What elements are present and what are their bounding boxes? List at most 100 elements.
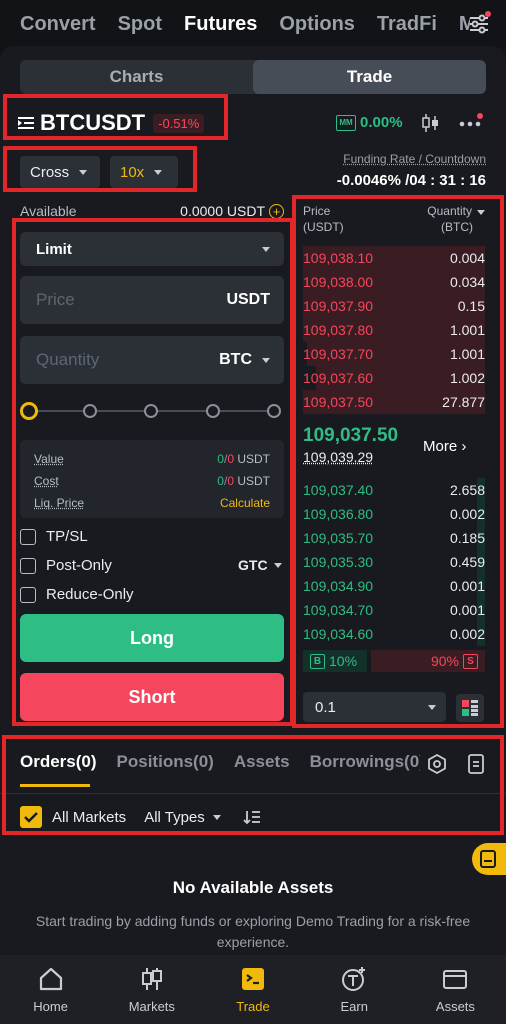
bid-row[interactable]: 109,034.70 0.001	[303, 598, 485, 622]
depth-step-select[interactable]: 0.1	[303, 692, 446, 722]
value-amount: 0/0 USDT	[217, 452, 270, 466]
more-options-icon[interactable]	[458, 112, 486, 134]
chevron-down-icon	[79, 169, 88, 175]
reduce-only-label: Reduce-Only	[46, 586, 134, 603]
mm-value: 0.00%	[360, 114, 403, 131]
bid-price: 109,034.60	[303, 626, 374, 642]
sort-icon[interactable]	[243, 809, 261, 825]
bid-row[interactable]: 109,035.30 0.459	[303, 550, 485, 574]
ask-row[interactable]: 109,038.00 0.034	[303, 270, 485, 294]
all-types-label: All Types	[144, 808, 205, 826]
buy-tag: B	[310, 653, 325, 669]
nav-markets[interactable]: Markets	[101, 955, 202, 1024]
slider-mark-100[interactable]	[267, 404, 281, 418]
quantity-unit-select[interactable]: BTC	[219, 351, 270, 369]
calculate-link[interactable]: Calculate	[220, 496, 270, 510]
mm-badge: MM	[336, 114, 356, 131]
tab-futures[interactable]: Futures	[184, 13, 257, 36]
price-input[interactable]: Price USDT	[20, 276, 284, 324]
mm-ratio[interactable]: MM 0.00%	[336, 114, 403, 131]
ask-row[interactable]: 109,038.10 0.004	[303, 246, 485, 270]
orderbook-header: Price (USDT) Quantity (BTC)	[303, 203, 485, 235]
charts-tab[interactable]: Charts	[20, 60, 253, 94]
bid-row[interactable]: 109,034.90 0.001	[303, 574, 485, 598]
candlestick-chart-icon[interactable]	[420, 112, 442, 134]
chevron-down-icon	[262, 357, 270, 363]
bid-price: 109,034.90	[303, 578, 374, 594]
tab-options[interactable]: Options	[279, 13, 355, 36]
tab-positions[interactable]: Positions(0)	[117, 752, 214, 772]
tab-spot[interactable]: Spot	[118, 13, 162, 36]
funding-rate[interactable]: Funding Rate / Countdown -0.0046% /04 : …	[337, 152, 486, 189]
ask-row[interactable]: 109,037.50 27.877	[303, 390, 485, 414]
tab-assets[interactable]: Assets	[234, 752, 290, 772]
all-markets-label[interactable]: All Markets	[52, 809, 126, 826]
book-icon	[480, 850, 496, 868]
bid-row[interactable]: 109,037.40 2.658	[303, 478, 485, 502]
all-types-select[interactable]: All Types	[144, 809, 221, 826]
tab-orders[interactable]: Orders(0)	[20, 752, 97, 772]
trade-tab[interactable]: Trade	[253, 60, 486, 94]
nav-trade[interactable]: Trade	[202, 955, 303, 1024]
bid-row[interactable]: 109,034.60 0.002	[303, 622, 485, 646]
margin-mode-select[interactable]: Cross	[20, 156, 100, 188]
quantity-header-select[interactable]: Quantity (BTC)	[427, 203, 485, 235]
post-only-checkbox[interactable]: Post-Only	[20, 557, 112, 574]
bid-quantity: 0.185	[449, 530, 485, 546]
tpsl-checkbox[interactable]: TP/SL	[20, 528, 88, 545]
nav-label: Markets	[128, 999, 175, 1014]
nav-home[interactable]: Home	[0, 955, 101, 1024]
tab-borrowings[interactable]: Borrowings(0)	[310, 752, 420, 772]
order-settings-icon[interactable]	[426, 753, 448, 775]
ask-quantity: 1.001	[449, 322, 485, 338]
long-button[interactable]: Long	[20, 614, 284, 662]
quantity-slider[interactable]	[20, 402, 284, 420]
ask-quantity: 0.004	[449, 250, 485, 266]
nav-earn[interactable]: Earn	[304, 955, 405, 1024]
price-unit: USDT	[226, 291, 270, 308]
last-price-block: 109,037.50 109,039.29	[303, 425, 398, 465]
tab-tradfi[interactable]: TradFi	[377, 13, 437, 36]
chevron-down-icon	[273, 562, 282, 568]
checkbox-icon	[20, 528, 36, 545]
nav-assets[interactable]: Assets	[405, 955, 506, 1024]
reduce-only-checkbox[interactable]: Reduce-Only	[20, 586, 134, 603]
mark-price[interactable]: 109,039.29	[303, 449, 398, 465]
pair-selector[interactable]: BTCUSDT -0.51%	[18, 110, 205, 136]
margin-mode-label: Cross	[30, 163, 70, 181]
divider	[0, 793, 506, 794]
order-history-icon[interactable]	[466, 753, 486, 775]
menu-icon[interactable]	[18, 116, 34, 130]
ask-row[interactable]: 109,037.80 1.001	[303, 318, 485, 342]
short-button[interactable]: Short	[20, 673, 284, 721]
order-type-select[interactable]: Limit	[20, 232, 284, 266]
sell-ratio: 90% S	[371, 650, 485, 672]
quantity-input[interactable]: Quantity BTC	[20, 336, 284, 384]
ask-quantity: 0.15	[457, 298, 485, 314]
all-markets-checkbox[interactable]	[20, 806, 42, 828]
leverage-label: 10x	[120, 163, 145, 181]
ask-row[interactable]: 109,037.90 0.15	[303, 294, 485, 318]
buy-sell-ratio: B 10% 90% S	[303, 650, 485, 672]
add-funds-icon[interactable]: +	[269, 203, 284, 219]
slider-handle[interactable]	[20, 402, 38, 420]
time-in-force-select[interactable]: GTC	[238, 557, 282, 573]
settings-sliders-icon[interactable]	[466, 10, 492, 36]
more-link[interactable]: More ›	[423, 438, 466, 455]
leverage-select[interactable]: 10x	[110, 156, 178, 188]
chevron-down-icon	[262, 246, 270, 252]
ask-price: 109,037.70	[303, 346, 374, 362]
slider-mark-50[interactable]	[144, 404, 158, 418]
tab-convert[interactable]: Convert	[20, 13, 96, 36]
ask-row[interactable]: 109,037.60 1.002	[303, 366, 485, 390]
orderbook-layout-icon[interactable]	[456, 694, 484, 722]
floating-book-button[interactable]	[472, 843, 506, 875]
ask-row[interactable]: 109,037.70 1.001	[303, 342, 485, 366]
bid-quantity: 0.002	[449, 506, 485, 522]
slider-mark-75[interactable]	[206, 404, 220, 418]
bid-quantity: 0.001	[449, 578, 485, 594]
ask-price: 109,037.50	[303, 394, 374, 410]
slider-mark-25[interactable]	[83, 404, 97, 418]
bid-row[interactable]: 109,036.80 0.002	[303, 502, 485, 526]
bid-row[interactable]: 109,035.70 0.185	[303, 526, 485, 550]
